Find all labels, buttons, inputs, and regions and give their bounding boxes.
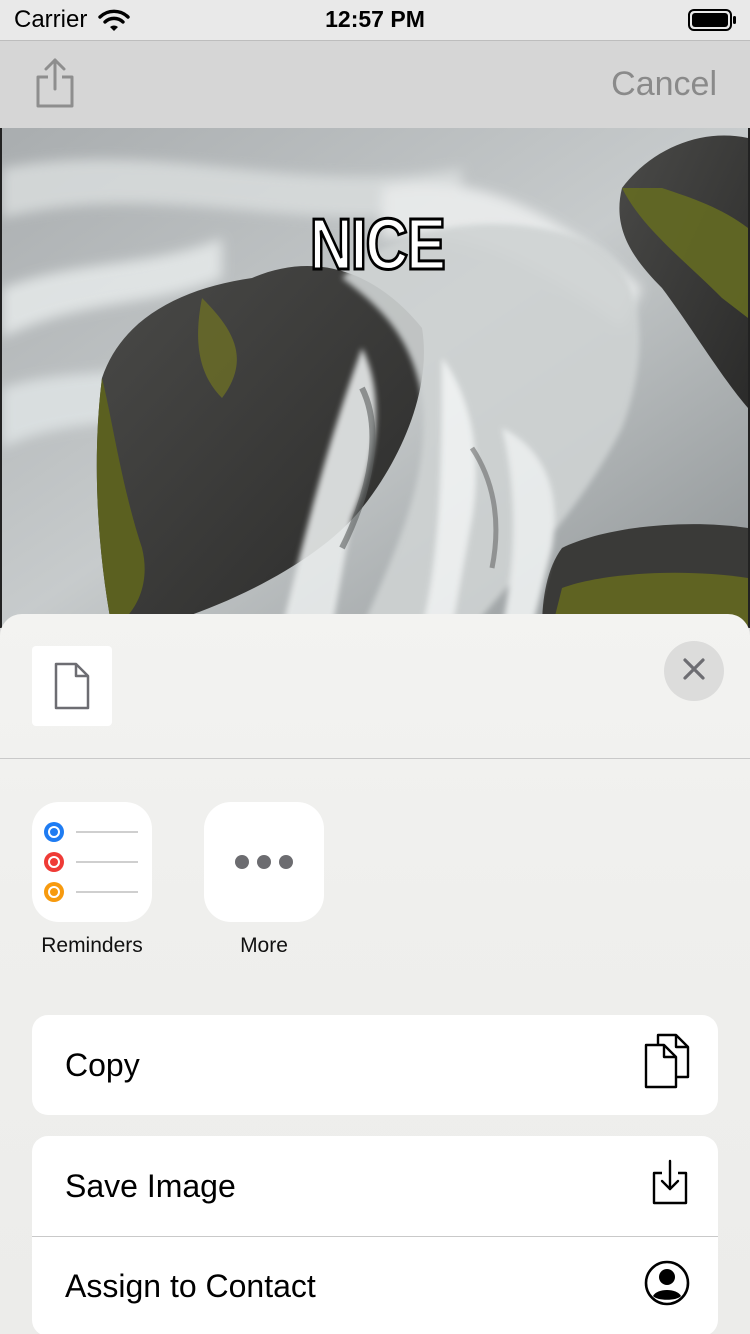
status-bar: Carrier 12:57 PM: [0, 0, 750, 40]
document-icon: [32, 646, 112, 726]
copy-label: Copy: [65, 1046, 140, 1083]
assign-to-contact-action[interactable]: Assign to Contact: [32, 1236, 718, 1334]
app-label-more: More: [240, 934, 288, 957]
share-apps-row: Reminders More: [0, 802, 750, 962]
close-button[interactable]: [664, 641, 724, 701]
battery-icon: [688, 8, 738, 37]
share-icon[interactable]: [32, 57, 78, 109]
more-icon: [204, 802, 324, 922]
copy-action[interactable]: Copy: [32, 1015, 718, 1115]
action-group-image: Save Image Assign to Contact: [32, 1136, 718, 1334]
red-dot-icon: [44, 852, 64, 872]
save-image-label: Save Image: [65, 1167, 236, 1204]
assign-to-contact-label: Assign to Contact: [65, 1268, 316, 1304]
clock: 12:57 PM: [325, 6, 425, 32]
nav-bar: Cancel: [0, 40, 750, 128]
orange-dot-icon: [44, 882, 64, 902]
action-group-copy: Copy: [32, 1015, 718, 1115]
save-image-action[interactable]: Save Image: [32, 1136, 718, 1236]
app-label-reminders: Reminders: [41, 934, 143, 957]
cancel-button[interactable]: Cancel: [611, 65, 717, 104]
share-sheet-header: [0, 614, 750, 759]
meme-caption: NICE: [309, 204, 448, 287]
app-more[interactable]: More: [199, 802, 329, 958]
meme-photo: NICE: [0, 128, 750, 628]
save-image-icon: [650, 1159, 690, 1213]
app-reminders[interactable]: Reminders: [27, 802, 157, 958]
copy-icon: [644, 1033, 690, 1097]
close-icon: [682, 657, 706, 686]
reminders-icon: [32, 802, 152, 922]
blue-dot-icon: [44, 822, 64, 842]
share-sheet: Reminders More Copy Save Image Assign to…: [0, 614, 750, 1334]
contact-icon: [644, 1260, 690, 1314]
